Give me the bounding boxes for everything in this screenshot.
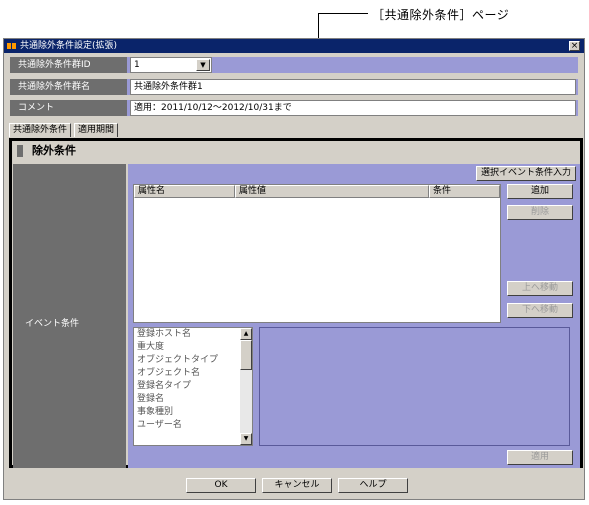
group-id-value: 1 bbox=[134, 60, 140, 70]
move-down-button[interactable]: 下へ移動 bbox=[507, 303, 573, 318]
group-name-input[interactable]: 共通除外条件群1 bbox=[130, 79, 576, 95]
attribute-value-area[interactable] bbox=[259, 327, 570, 446]
attribute-list-scrollbar[interactable]: ▲ ▼ bbox=[240, 328, 252, 445]
scroll-down-icon[interactable]: ▼ bbox=[240, 433, 252, 445]
list-item[interactable]: ユーザー名 bbox=[134, 419, 252, 432]
column-header-attribute-name[interactable]: 属性名 bbox=[134, 185, 235, 198]
group-id-label: 共通除外条件群ID bbox=[10, 57, 127, 73]
window-title: 共通除外条件設定(拡張) bbox=[20, 41, 118, 51]
move-up-button[interactable]: 上へ移動 bbox=[507, 281, 573, 296]
comment-row: コメント 適用：2011/10/12～2012/10/31まで bbox=[10, 100, 578, 116]
select-event-condition-button[interactable]: 選択イベント条件入力 bbox=[476, 166, 576, 181]
list-item[interactable]: 事象種別 bbox=[134, 406, 252, 419]
condition-table: 属性名 属性値 条件 bbox=[133, 184, 501, 323]
header-marker bbox=[17, 145, 23, 157]
add-button[interactable]: 追加 bbox=[507, 184, 573, 199]
panel-header: 除外条件 bbox=[12, 141, 580, 161]
chevron-down-icon[interactable]: ▼ bbox=[196, 59, 210, 71]
list-item[interactable]: 重大度 bbox=[134, 341, 252, 354]
help-button[interactable]: ヘルプ bbox=[338, 478, 408, 493]
ok-button[interactable]: OK bbox=[186, 478, 256, 493]
column-header-condition[interactable]: 条件 bbox=[429, 185, 500, 198]
event-condition-label: イベント条件 bbox=[25, 319, 80, 329]
callout-line bbox=[318, 13, 368, 14]
list-item[interactable]: 登録ホスト名 bbox=[134, 328, 252, 341]
comment-input[interactable]: 適用：2011/10/12～2012/10/31まで bbox=[130, 100, 576, 116]
group-id-row: 共通除外条件群ID 1 ▼ bbox=[10, 57, 578, 73]
attribute-list[interactable]: 登録ホスト名 重大度 オブジェクトタイプ オブジェクト名 登録名タイプ 登録名 … bbox=[133, 327, 253, 446]
comment-label: コメント bbox=[10, 100, 127, 116]
list-item[interactable]: 登録名 bbox=[134, 393, 252, 406]
exclusion-panel: 除外条件 イベント条件 選択イベント条件入力 属性名 属性値 条件 追加 削除 … bbox=[9, 138, 583, 468]
close-icon[interactable]: × bbox=[569, 41, 580, 51]
list-item[interactable]: 登録名タイプ bbox=[134, 380, 252, 393]
panel-title: 除外条件 bbox=[32, 144, 76, 157]
column-header-attribute-value[interactable]: 属性値 bbox=[235, 185, 429, 198]
title-bar: 共通除外条件設定(拡張) × bbox=[4, 39, 584, 53]
delete-button[interactable]: 削除 bbox=[507, 205, 573, 220]
tab-common-exclusion[interactable]: 共通除外条件 bbox=[9, 123, 72, 137]
scroll-up-icon[interactable]: ▲ bbox=[240, 328, 252, 340]
group-name-row: 共通除外条件群名 共通除外条件群1 bbox=[10, 79, 578, 95]
list-item[interactable]: オブジェクトタイプ bbox=[134, 354, 252, 367]
dialog-footer: OK キャンセル ヘルプ bbox=[4, 472, 584, 499]
event-condition-area: 選択イベント条件入力 属性名 属性値 条件 追加 削除 上へ移動 下へ移動 登録… bbox=[128, 164, 580, 468]
list-item[interactable]: オブジェクト名 bbox=[134, 367, 252, 380]
cancel-button[interactable]: キャンセル bbox=[262, 478, 332, 493]
group-name-label: 共通除外条件群名 bbox=[10, 79, 127, 95]
scroll-thumb[interactable] bbox=[240, 340, 252, 370]
event-condition-label-column: イベント条件 bbox=[13, 164, 126, 468]
apply-button[interactable]: 適用 bbox=[507, 450, 573, 465]
tab-application-period[interactable]: 適用期間 bbox=[74, 123, 119, 137]
page-callout-label: ［共通除外条件］ページ bbox=[372, 8, 510, 22]
dialog-window: 共通除外条件設定(拡張) × 共通除外条件群ID 1 ▼ 共通除外条件群名 共通… bbox=[3, 38, 585, 500]
group-id-select[interactable]: 1 ▼ bbox=[130, 57, 212, 73]
app-icon bbox=[7, 42, 17, 50]
